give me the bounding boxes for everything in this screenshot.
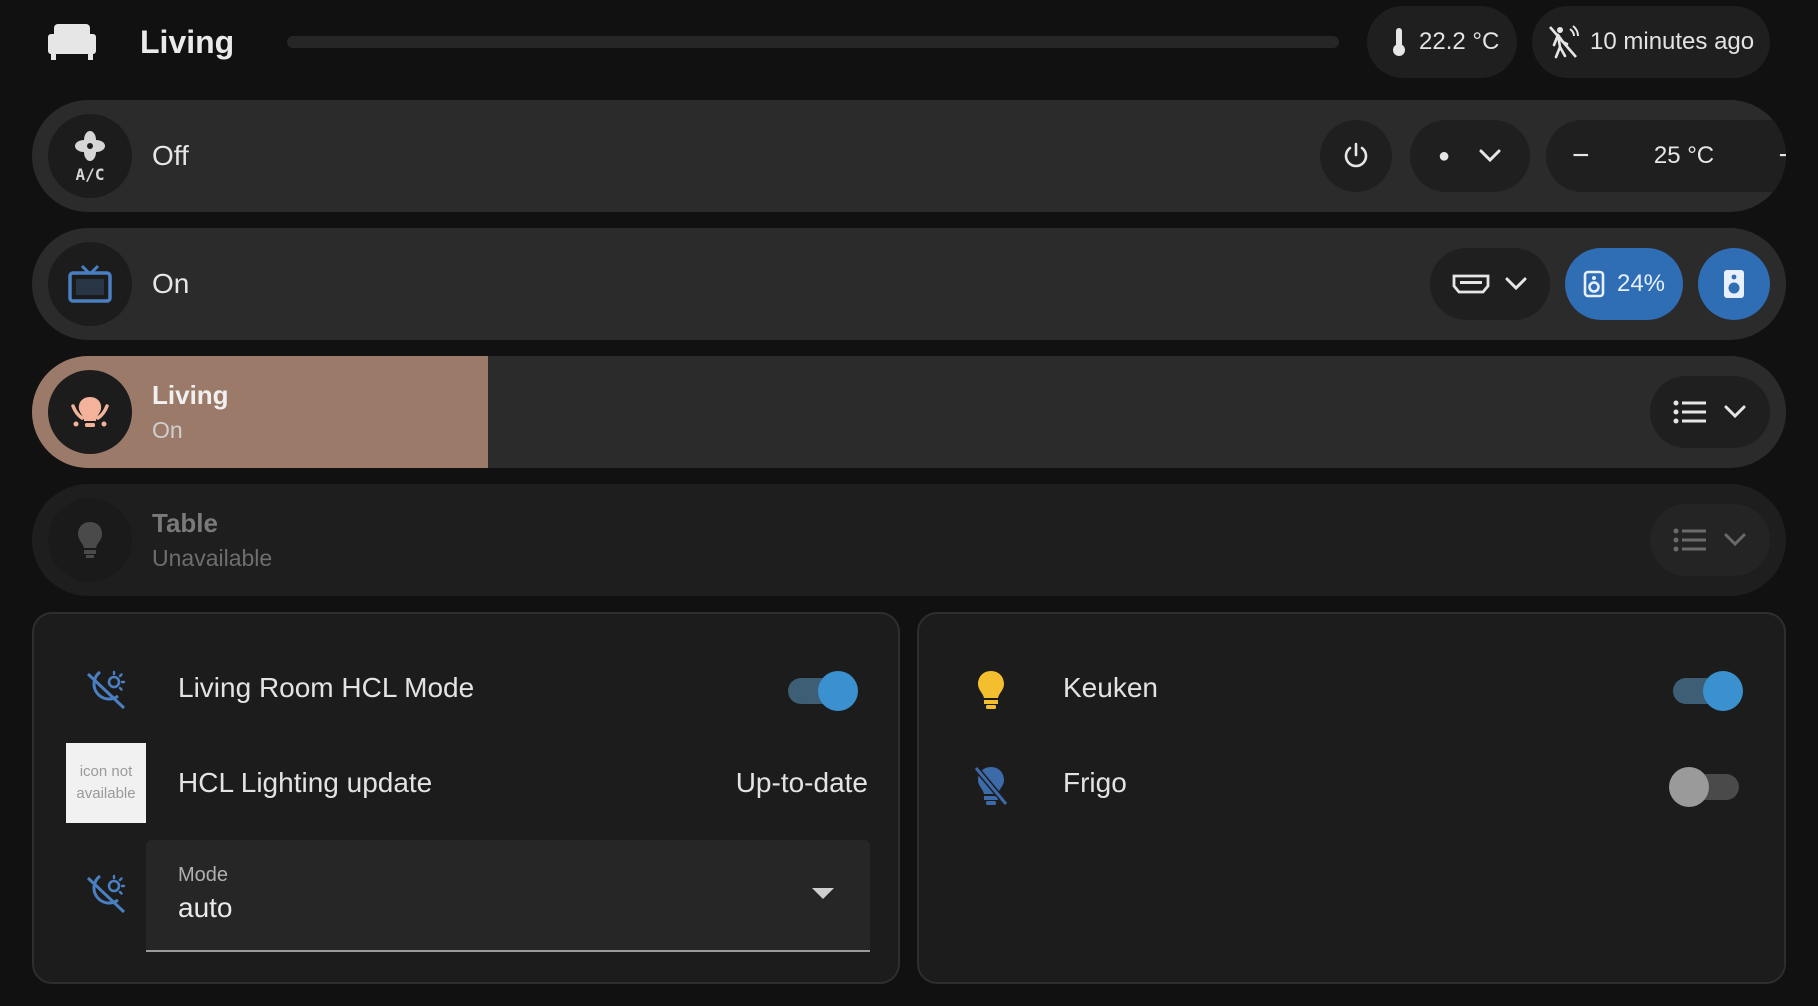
hcl-mode-toggle[interactable]: [784, 666, 858, 716]
motion-value: 10 minutes ago: [1590, 28, 1755, 55]
temp-increase-button[interactable]: +: [1778, 139, 1786, 173]
mode-select[interactable]: Mode auto: [146, 840, 870, 952]
television-icon[interactable]: [48, 242, 132, 326]
tv-volume-value: 24%: [1616, 270, 1666, 297]
ac-target-temp: 25 °C: [1653, 142, 1715, 169]
frigo-name[interactable]: Frigo: [1063, 763, 1127, 803]
ac-temp-control: − 25 °C +: [1546, 120, 1786, 192]
tv-state: On: [152, 268, 190, 299]
table-light-effect-select: [1650, 504, 1770, 576]
living-light-tile[interactable]: Living On: [32, 356, 1786, 468]
lights-card: Keuken Frigo: [917, 612, 1786, 984]
mode-select-label: Mode: [178, 864, 229, 886]
temp-decrease-button[interactable]: −: [1572, 139, 1590, 173]
speaker-icon: [1583, 270, 1605, 298]
chevron-down-icon: [1724, 405, 1746, 419]
living-light-effect-select[interactable]: [1650, 376, 1770, 448]
air-conditioner-icon[interactable]: A/C: [48, 114, 132, 198]
ac-power-button[interactable]: [1320, 120, 1392, 192]
keuken-name[interactable]: Keuken: [1063, 668, 1158, 708]
thermometer-icon: [1393, 28, 1405, 56]
tv-source-select[interactable]: [1430, 248, 1550, 320]
mode-dot: ●: [1437, 144, 1451, 167]
theme-light-dark-off-icon[interactable]: [82, 666, 130, 714]
motion-sensor-off-icon: [1549, 25, 1579, 59]
chevron-down-icon: [1724, 533, 1746, 547]
ac-state: Off: [152, 140, 189, 171]
icon-not-available-placeholder: icon not available: [66, 743, 146, 823]
power-icon: [1344, 142, 1368, 168]
lightbulb-icon: [48, 498, 132, 582]
chevron-down-icon: [1505, 277, 1527, 291]
table-light-name: Table: [152, 508, 218, 538]
hdmi-port-icon: [1452, 274, 1490, 294]
table-light-state: Unavailable: [152, 545, 273, 571]
caret-down-icon: [812, 888, 834, 899]
ceiling-light-icon[interactable]: [48, 370, 132, 454]
hcl-update-name[interactable]: HCL Lighting update: [178, 763, 432, 803]
svg-text:A/C: A/C: [76, 165, 105, 182]
chevron-down-icon: [1479, 149, 1501, 163]
tv-speaker-button[interactable]: [1698, 248, 1770, 320]
ac-mode-select[interactable]: ●: [1410, 120, 1530, 192]
speaker-icon: [1724, 270, 1744, 298]
table-light-tile[interactable]: Table Unavailable: [32, 484, 1786, 596]
motion-chip[interactable]: 10 minutes ago: [1532, 6, 1770, 78]
lightbulb-off-icon[interactable]: [967, 762, 1015, 810]
frigo-toggle[interactable]: [1669, 762, 1743, 812]
tv-tile[interactable]: On 24%: [32, 228, 1786, 340]
ac-tile[interactable]: A/C Off ● − 25 °C +: [32, 100, 1786, 212]
hcl-mode-name[interactable]: Living Room HCL Mode: [178, 668, 474, 708]
keuken-toggle[interactable]: [1669, 666, 1743, 716]
hcl-card: Living Room HCL Mode icon not available …: [32, 612, 900, 984]
temperature-value: 22.2 °C: [1419, 28, 1500, 55]
room-title[interactable]: Living: [140, 20, 234, 64]
living-light-name: Living: [152, 380, 229, 410]
temperature-chip[interactable]: 22.2 °C: [1367, 6, 1517, 78]
mode-select-value: auto: [178, 892, 233, 923]
theme-light-dark-off-icon: [82, 870, 130, 918]
sofa-icon: [48, 22, 96, 62]
lightbulb-icon[interactable]: [967, 666, 1015, 714]
living-light-state: On: [152, 417, 183, 443]
hcl-update-state: Up-to-date: [735, 767, 868, 798]
list-icon: [1673, 400, 1706, 424]
list-icon: [1673, 528, 1706, 552]
tv-volume-button[interactable]: 24%: [1565, 248, 1683, 320]
header-divider: [287, 36, 1339, 48]
